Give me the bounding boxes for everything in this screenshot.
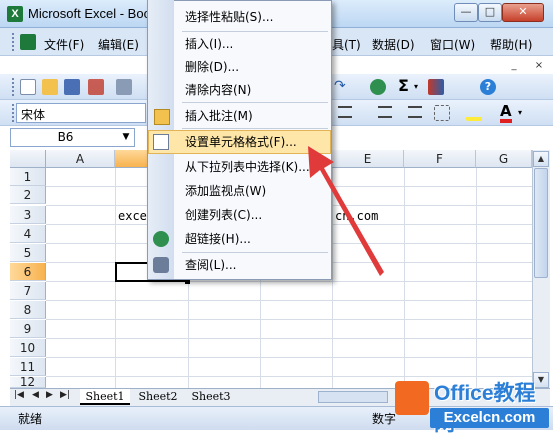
column-header-f[interactable]: F (404, 150, 476, 168)
ctx-separator (182, 128, 328, 129)
permission-icon[interactable] (88, 79, 104, 95)
font-color-dropdown-icon[interactable]: ▾ (518, 108, 522, 117)
prev-sheet-icon[interactable]: ◀ (32, 390, 39, 400)
row-header[interactable]: 11 (10, 358, 46, 376)
menu-window[interactable]: 窗口(W) (430, 36, 475, 53)
new-icon[interactable] (20, 79, 36, 95)
last-sheet-icon[interactable]: ▶| (60, 390, 70, 400)
first-sheet-icon[interactable]: |◀ (14, 390, 24, 400)
merge-center-icon[interactable] (378, 106, 392, 118)
row-header[interactable]: 8 (10, 301, 46, 319)
gridline (476, 168, 477, 390)
sheet-tab-2[interactable]: Sheet2 (133, 389, 183, 405)
decrease-indent-icon[interactable] (408, 106, 422, 118)
workbook-close-button[interactable]: × (532, 59, 546, 73)
row-header[interactable]: 4 (10, 225, 46, 243)
toolbar-grip-2 (12, 104, 15, 122)
column-header-a[interactable]: A (46, 150, 115, 168)
ctx-separator (182, 102, 328, 103)
sum-dropdown-icon[interactable]: ▾ (414, 82, 418, 91)
ctx-insert-comment[interactable]: 插入批注(M) (148, 104, 331, 128)
sheet-tab-3[interactable]: Sheet3 (186, 389, 236, 405)
menu-help[interactable]: 帮助(H) (490, 36, 532, 53)
gridline (46, 319, 532, 320)
align-right-icon[interactable] (338, 106, 352, 118)
gridline (46, 300, 532, 301)
help-icon[interactable]: ? (480, 79, 496, 95)
ctx-delete[interactable]: 删除(D)... (148, 55, 331, 79)
row-header[interactable]: 10 (10, 339, 46, 357)
row-header-selected[interactable]: 6 (10, 263, 46, 281)
row-header[interactable]: 12 (10, 377, 46, 388)
annotation-arrow (308, 146, 384, 276)
name-box-dropdown-icon[interactable]: ▼ (118, 129, 134, 146)
office-logo-icon (395, 381, 429, 415)
row-header[interactable]: 5 (10, 244, 46, 262)
row-header[interactable]: 1 (10, 168, 46, 186)
ctx-clear-contents[interactable]: 清除内容(N) (148, 78, 331, 102)
workbook-icon (20, 34, 36, 50)
sort-icon[interactable] (428, 79, 444, 95)
menu-data[interactable]: 数据(D) (372, 36, 415, 53)
gridline (404, 168, 405, 390)
print-icon[interactable] (116, 79, 132, 95)
minimize-button[interactable]: — (454, 3, 478, 22)
scroll-thumb[interactable] (534, 168, 548, 278)
excel-app-icon: X (7, 6, 23, 22)
row-header[interactable]: 2 (10, 186, 46, 204)
status-ready: 就绪 (18, 412, 43, 426)
save-icon[interactable] (64, 79, 80, 95)
borders-icon[interactable] (434, 105, 450, 121)
menu-file[interactable]: 文件(F) (44, 36, 84, 53)
sum-icon[interactable]: Σ (398, 76, 409, 95)
cell-b3-text: exce (118, 209, 147, 223)
row-header[interactable]: 9 (10, 320, 46, 338)
sheet-tab-1[interactable]: Sheet1 (80, 389, 130, 405)
close-button[interactable]: ✕ (502, 3, 544, 22)
redo-icon[interactable]: ↷ (334, 78, 346, 94)
watermark-title: Office教程网 (434, 382, 536, 435)
gridline (46, 357, 532, 358)
column-header-g[interactable]: G (476, 150, 532, 168)
font-name-combo[interactable]: 宋体 (16, 103, 146, 123)
ctx-paste-special[interactable]: 选择性粘贴(S)... (148, 5, 331, 29)
toolbar-grip (12, 78, 15, 96)
font-color-icon[interactable]: A (500, 102, 512, 123)
watermark-site: Excelcn.com (430, 408, 549, 428)
horizontal-scrollbar[interactable] (318, 391, 388, 403)
row-header[interactable]: 3 (10, 206, 46, 224)
ctx-insert[interactable]: 插入(I)... (148, 32, 331, 56)
window-title: Microsoft Excel - Boo (28, 6, 151, 21)
gridline (46, 338, 532, 339)
maximize-button[interactable]: □ (478, 3, 502, 22)
next-sheet-icon[interactable]: ▶ (46, 390, 53, 400)
scroll-up-icon[interactable]: ▲ (533, 151, 549, 167)
row-header[interactable]: 7 (10, 282, 46, 300)
menu-edit[interactable]: 编辑(E) (98, 36, 139, 53)
fill-color-icon[interactable] (466, 105, 482, 121)
format-cells-icon (153, 134, 169, 150)
menu-tools[interactable]: 具(T) (332, 36, 361, 53)
open-icon[interactable] (42, 79, 58, 95)
select-all-corner[interactable] (10, 150, 46, 168)
menubar-grip (12, 33, 15, 51)
workbook-minimize-button[interactable]: _ (507, 59, 521, 73)
name-box[interactable]: B6 (10, 128, 135, 147)
hyperlink-toolbar-icon[interactable] (370, 79, 386, 95)
